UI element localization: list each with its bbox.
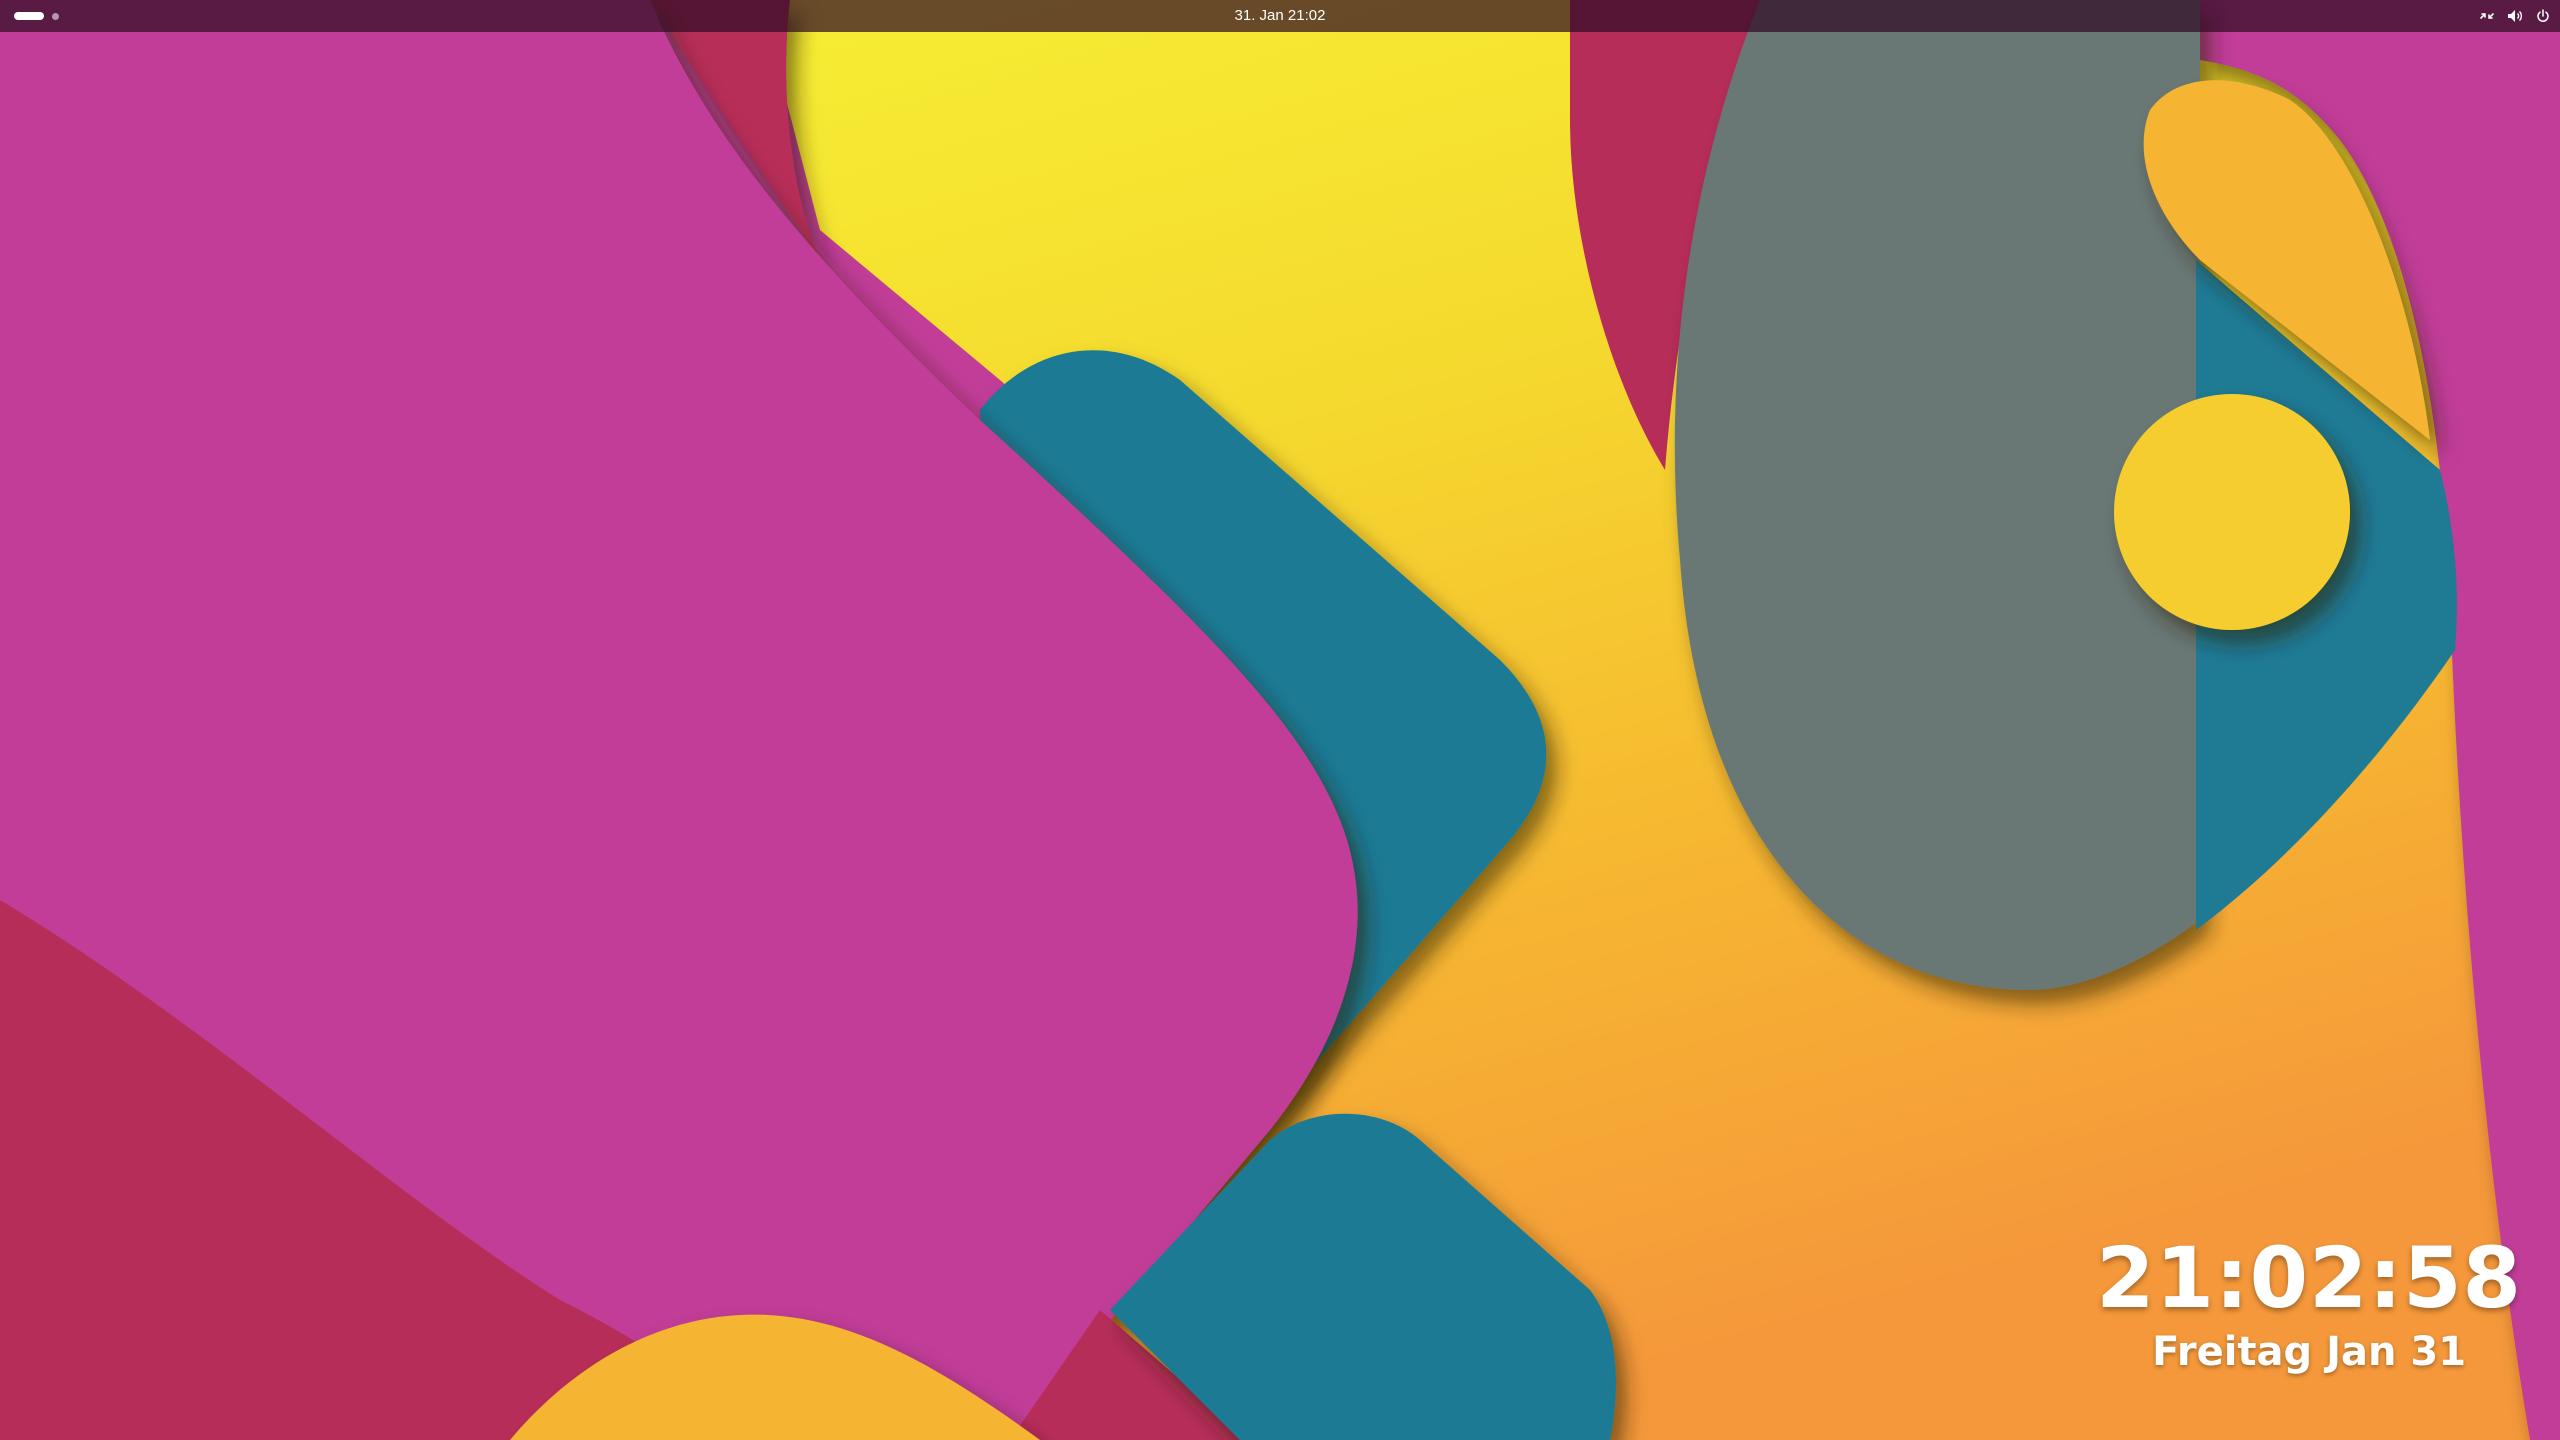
desktop-clock-time: 21:02:58	[2096, 1229, 2522, 1327]
power-icon[interactable]	[2534, 7, 2552, 25]
system-tray[interactable]	[2478, 4, 2552, 28]
activities-button[interactable]	[14, 11, 59, 21]
top-bar-clock[interactable]: 31. Jan 21:02	[1235, 7, 1326, 24]
desktop-clock-date: Freitag Jan 31	[2152, 1329, 2467, 1375]
volume-icon[interactable]	[2506, 7, 2524, 25]
desktop: 31. Jan 21:02 21:02:58 Freitag Jan 31	[0, 0, 2560, 1440]
top-bar: 31. Jan 21:02	[0, 0, 2560, 32]
yellow-circle-shape	[2114, 394, 2350, 630]
network-icon[interactable]	[2478, 7, 2496, 25]
wallpaper	[0, 0, 2560, 1440]
desktop-clock-widget: 21:02:58 Freitag Jan 31	[2096, 1228, 2522, 1378]
workspace-indicator	[52, 12, 59, 20]
top-bar-clock-area: 31. Jan 21:02	[0, 0, 2560, 32]
workspace-indicator-active	[14, 12, 44, 20]
